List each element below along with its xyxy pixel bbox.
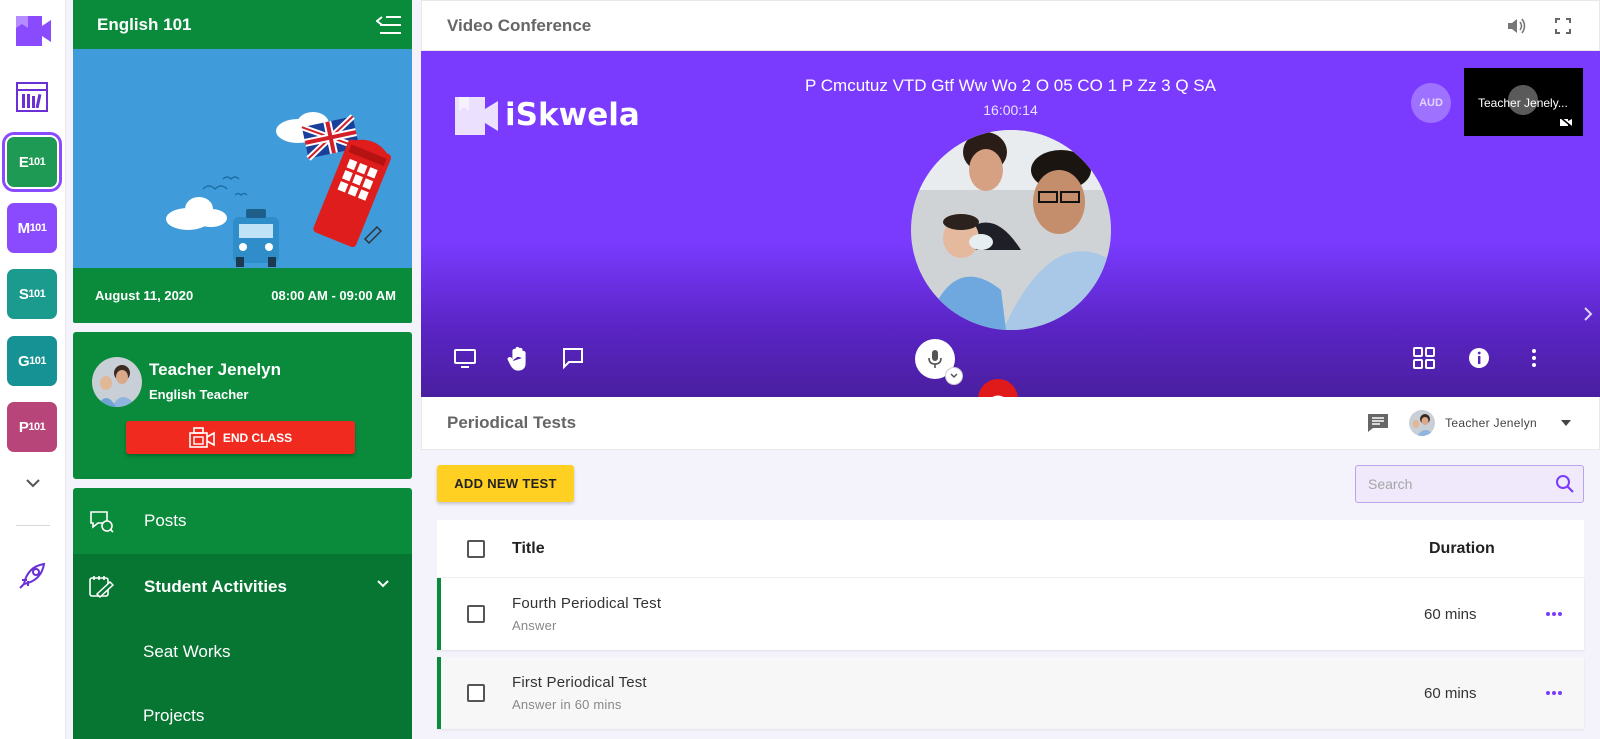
search-icon[interactable] — [1555, 474, 1575, 494]
nav-item-student-activities[interactable]: Student Activities — [73, 554, 412, 620]
end-class-button[interactable]: END CLASS — [126, 421, 355, 454]
screen-share-icon[interactable] — [453, 346, 477, 370]
participant-video-avatar — [911, 130, 1111, 330]
row-more-button[interactable] — [1524, 611, 1584, 617]
course-time: 08:00 AM - 09:00 AM — [271, 288, 396, 303]
info-icon[interactable] — [1467, 346, 1491, 370]
table-row[interactable]: Fourth Periodical Test Answer 60 mins — [437, 578, 1584, 650]
collapse-menu-icon[interactable] — [376, 14, 402, 36]
search-input[interactable] — [1368, 476, 1555, 492]
course-tile-m101[interactable]: M 101 — [7, 203, 57, 253]
course-date: August 11, 2020 — [95, 288, 194, 303]
tests-header: Periodical Tests Teacher Jenelyn — [421, 397, 1600, 450]
more-horizontal-icon — [1546, 691, 1562, 695]
test-subtitle: Answer — [512, 618, 557, 633]
chevron-right-icon[interactable] — [1582, 306, 1594, 322]
test-name: Fourth Periodical Test — [512, 595, 662, 612]
teacher-role: English Teacher — [149, 387, 249, 402]
tests-table: Title Duration Fourth Periodical Test An… — [437, 520, 1584, 736]
app-rail: E 101 M 101 S 101 G 101 P 101 — [0, 0, 66, 739]
column-header-duration: Duration — [1429, 539, 1495, 557]
mic-options-button[interactable] — [945, 367, 963, 385]
nav-label-posts: Posts — [144, 511, 187, 530]
user-name[interactable]: Teacher Jenelyn — [1445, 416, 1537, 430]
rail-divider — [16, 525, 50, 526]
volume-icon[interactable] — [1507, 17, 1527, 35]
course-tile-p101[interactable]: P 101 — [7, 402, 57, 452]
phone-hangup-icon — [992, 395, 1004, 397]
course-nav: Posts Student Activities Seat Works Proj… — [73, 488, 412, 739]
thumbnail-name: Teacher Jenely... — [1478, 96, 1568, 110]
video-camera-icon — [189, 426, 215, 448]
chevron-down-icon — [950, 373, 958, 379]
test-subtitle: Answer in 60 mins — [512, 697, 622, 712]
course-title: English 101 — [97, 14, 192, 34]
microphone-button[interactable] — [915, 339, 963, 385]
video-conference-header: Video Conference — [421, 0, 1600, 51]
course-schedule-bar: August 11, 2020 08:00 AM - 09:00 AM — [73, 268, 412, 323]
more-vertical-icon[interactable] — [1522, 346, 1546, 370]
video-stage: iSkwela P Cmcutuz VTD Gtf Ww Wo 2 O 05 C… — [421, 51, 1600, 397]
row-checkbox[interactable] — [467, 605, 485, 623]
teacher-name: Teacher Jenelyn — [149, 360, 281, 379]
nav-label-seat-works: Seat Works — [143, 642, 231, 661]
fullscreen-icon[interactable] — [1555, 17, 1571, 34]
table-header: Title Duration — [437, 520, 1584, 578]
end-class-label: END CLASS — [222, 430, 293, 445]
column-header-title: Title — [512, 539, 545, 557]
add-new-test-button[interactable]: ADD NEW TEST — [437, 465, 574, 502]
rocket-icon[interactable] — [18, 560, 48, 590]
comment-icon[interactable] — [1367, 413, 1389, 433]
table-row[interactable]: First Periodical Test Answer in 60 mins … — [437, 657, 1584, 729]
nav-label-projects: Projects — [143, 706, 205, 725]
main-area: Video Conference iSkwela P Cmcutuz VTD G… — [421, 0, 1600, 739]
course-panel: English 101 August 11, 2020 08:00 AM - 0… — [73, 0, 412, 739]
library-icon[interactable] — [16, 82, 48, 112]
course-tile-e101[interactable]: E 101 — [2, 132, 62, 192]
nav-label-student-activities: Student Activities — [144, 577, 287, 596]
participant-thumbnail[interactable]: Teacher Jenely... — [1464, 68, 1583, 136]
teacher-avatar — [92, 357, 142, 407]
nav-item-seat-works[interactable]: Seat Works — [73, 620, 412, 684]
audience-badge[interactable]: AUD — [1411, 83, 1451, 123]
row-checkbox[interactable] — [467, 684, 485, 702]
grid-view-icon[interactable] — [1412, 346, 1436, 370]
course-banner-image — [73, 49, 412, 268]
test-name: First Periodical Test — [512, 674, 647, 691]
video-conference-title: Video Conference — [447, 15, 592, 35]
caret-down-icon[interactable] — [1561, 420, 1571, 426]
activities-icon — [89, 576, 114, 599]
chevron-down-icon[interactable] — [376, 579, 390, 589]
test-duration: 60 mins — [1424, 684, 1477, 702]
nav-item-posts[interactable]: Posts — [73, 488, 412, 554]
course-header: English 101 — [73, 0, 412, 49]
teacher-card: Teacher Jenelyn English Teacher END CLAS… — [73, 332, 412, 479]
posts-icon — [90, 511, 114, 533]
chat-icon[interactable] — [561, 346, 585, 370]
test-duration: 60 mins — [1424, 605, 1477, 623]
user-avatar[interactable] — [1409, 410, 1436, 436]
more-horizontal-icon — [1546, 612, 1562, 616]
select-all-checkbox[interactable] — [467, 539, 485, 558]
chevron-down-icon[interactable] — [24, 476, 42, 490]
course-tile-s101[interactable]: S 101 — [7, 269, 57, 319]
tests-toolbar: ADD NEW TEST — [437, 465, 1584, 505]
nav-item-projects[interactable]: Projects — [73, 684, 412, 739]
microphone-icon — [928, 350, 942, 368]
hang-up-button[interactable] — [978, 379, 1018, 397]
tests-title: Periodical Tests — [447, 413, 577, 432]
row-more-button[interactable] — [1524, 690, 1584, 696]
course-tile-g101[interactable]: G 101 — [7, 336, 57, 386]
app-logo-icon[interactable] — [14, 12, 52, 48]
raise-hand-icon[interactable] — [507, 346, 531, 372]
search-box — [1355, 465, 1584, 503]
camera-off-icon — [1559, 116, 1573, 128]
